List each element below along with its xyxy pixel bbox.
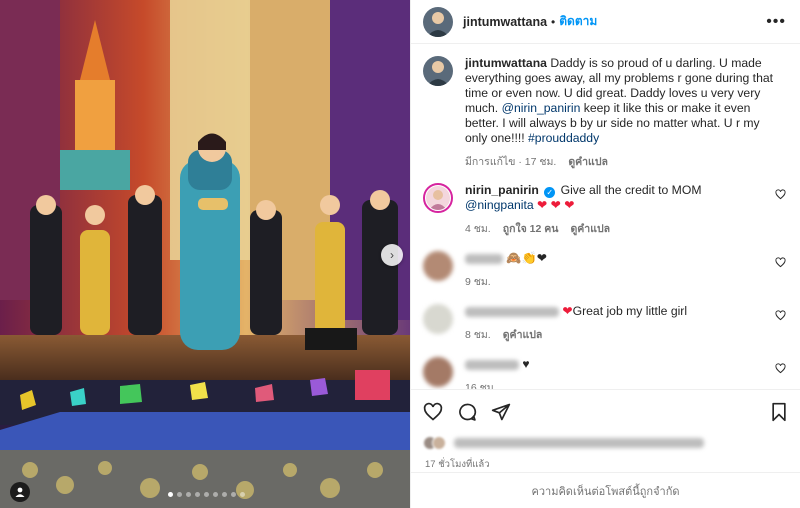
comment-likes[interactable]: ถูกใจ 12 คน — [503, 220, 559, 237]
caption-time[interactable]: 17 ชม. — [525, 156, 557, 168]
bookmark-icon[interactable] — [770, 402, 788, 422]
post-modal: › jintumwattana • ติดตาม ••• jintumwatta… — [0, 0, 800, 508]
comment-avatar[interactable] — [423, 183, 453, 213]
comment-meta: 16 ชม. — [465, 379, 766, 389]
caption-mention[interactable]: @nirin_panirin — [502, 101, 581, 115]
caption-username[interactable]: jintumwattana — [465, 56, 547, 70]
comment-emoji: ❤ — [562, 304, 573, 318]
comments-list[interactable]: jintumwattana Daddy is so proud of u dar… — [411, 44, 800, 389]
comment-time[interactable]: 8 ชม. — [465, 326, 491, 343]
share-icon[interactable] — [491, 402, 511, 422]
carousel-dot — [222, 492, 227, 497]
post-time[interactable]: 17 ชั่วโมงที่แล้ว — [411, 453, 800, 472]
carousel-dot — [168, 492, 173, 497]
carousel-dot — [231, 492, 236, 497]
post-media[interactable]: › — [0, 0, 410, 508]
comment-meta: 8 ชม. ดูคำแปล — [465, 326, 766, 343]
comment-translate[interactable]: ดูคำแปล — [503, 326, 543, 343]
more-horizontal-icon[interactable]: ••• — [766, 13, 786, 31]
comment-icon[interactable] — [457, 402, 477, 422]
caption-avatar[interactable] — [423, 56, 453, 86]
comment-username-blurred[interactable] — [465, 359, 519, 370]
verified-badge-icon: ✓ — [544, 187, 556, 198]
like-comment-icon[interactable] — [775, 363, 786, 374]
separator: • — [551, 14, 556, 29]
comment-row: ❤Great job my little girl 8 ชม. ดูคำแปล — [423, 304, 788, 343]
tagged-users-button[interactable] — [10, 482, 30, 502]
comment-time[interactable]: 9 ชม. — [465, 273, 491, 290]
carousel-indicator — [168, 492, 245, 497]
comment-text: ♥ — [465, 357, 766, 372]
caption: jintumwattana Daddy is so proud of u dar… — [423, 56, 788, 170]
author-avatar[interactable] — [423, 6, 453, 37]
comment-avatar[interactable] — [423, 357, 453, 387]
post-details-panel: jintumwattana • ติดตาม ••• jintumwattana… — [410, 0, 800, 508]
comment-username-blurred[interactable] — [465, 306, 559, 317]
caption-meta: มีการแก้ไข · 17 ชม. ดูคำแปล — [465, 153, 782, 170]
caption-edited: มีการแก้ไข — [465, 156, 516, 168]
follow-button[interactable]: ติดตาม — [559, 12, 597, 31]
action-bar — [411, 389, 800, 433]
carousel-dot — [213, 492, 218, 497]
stage-photo — [0, 0, 410, 508]
comment-avatar[interactable] — [423, 304, 453, 334]
likes-text-blurred — [454, 438, 704, 448]
post-header: jintumwattana • ติดตาม ••• — [411, 0, 800, 44]
comment-emoji: 🙈👏❤ — [506, 251, 547, 265]
carousel-dot — [240, 492, 245, 497]
likes-summary[interactable] — [411, 433, 800, 453]
carousel-dot — [177, 492, 182, 497]
comments-limited-notice: ความคิดเห็นต่อโพสต์นี้ถูกจำกัด — [411, 472, 800, 508]
like-comment-icon[interactable] — [775, 257, 786, 268]
comment-text: ❤Great job my little girl — [465, 304, 766, 319]
caption-translate[interactable]: ดูคำแปล — [568, 153, 608, 170]
comment-row: ♥ 16 ชม. — [423, 357, 788, 389]
like-comment-icon[interactable] — [775, 310, 786, 321]
carousel-dot — [186, 492, 191, 497]
comment-row: 🙈👏❤ 9 ชม. — [423, 251, 788, 290]
comment-avatar[interactable] — [423, 251, 453, 281]
comment-translate[interactable]: ดูคำแปล — [570, 220, 610, 237]
user-icon — [15, 487, 25, 497]
comment-meta: 9 ชม. — [465, 273, 766, 290]
heart-icon[interactable] — [423, 402, 443, 422]
comment-username[interactable]: nirin_panirin — [465, 183, 539, 197]
author-username[interactable]: jintumwattana — [463, 15, 547, 29]
carousel-dot — [204, 492, 209, 497]
comment-emoji: ♥ — [522, 357, 530, 371]
comment-mention[interactable]: @ningpanita — [465, 198, 534, 212]
comment-time[interactable]: 16 ชม. — [465, 379, 497, 389]
comment-emoji: ❤ ❤ ❤ — [537, 198, 575, 212]
caption-hashtag[interactable]: #prouddaddy — [528, 131, 599, 145]
comment-body: Great job my little girl — [572, 304, 688, 318]
carousel-next-button[interactable]: › — [381, 244, 403, 266]
comment-username-blurred[interactable] — [465, 253, 503, 264]
comment-text: 🙈👏❤ — [465, 251, 766, 266]
comment-meta: 4 ชม. ถูกใจ 12 คน ดูคำแปล — [465, 220, 766, 237]
comment-row: nirin_panirin ✓ Give all the credit to M… — [423, 183, 788, 237]
carousel-dot — [195, 492, 200, 497]
caption-text: jintumwattana Daddy is so proud of u dar… — [465, 56, 782, 146]
comment-body: Give all the credit to MOM — [560, 183, 702, 197]
like-comment-icon[interactable] — [775, 189, 786, 200]
comment-time[interactable]: 4 ชม. — [465, 220, 491, 237]
comment-text: nirin_panirin ✓ Give all the credit to M… — [465, 183, 766, 213]
